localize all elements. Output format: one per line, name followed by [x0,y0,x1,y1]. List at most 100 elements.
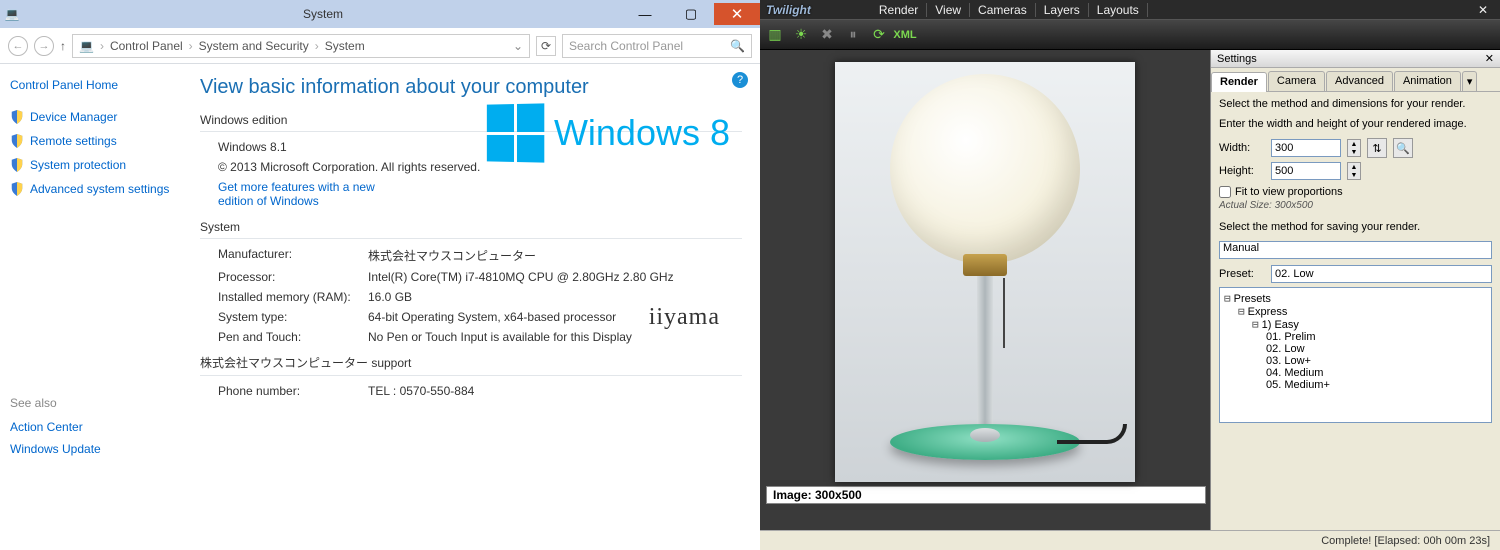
menu-bar: Twilight Render View Cameras Layers Layo… [760,0,1500,20]
refresh-icon[interactable]: ⟳ [870,26,888,44]
forward-button[interactable]: → [34,36,54,56]
shield-icon [10,158,24,172]
tree-leaf-1[interactable]: 02. Low [1224,343,1487,355]
lamp-stem [977,276,993,436]
preset-tree[interactable]: ⊟Presets ⊟Express ⊟1) Easy 01. Prelim 02… [1219,287,1492,423]
shield-icon [10,134,24,148]
seealso-windows-update[interactable]: Windows Update [10,442,190,456]
location-icon: 💻 [79,39,94,53]
preset-label: Preset: [1219,268,1265,280]
windows-logo-text: Windows 8 [554,112,730,154]
help-icon[interactable]: ? [732,72,748,88]
tab-animation[interactable]: Animation [1394,71,1461,91]
width-label: Width: [1219,142,1265,154]
settings-header: Settings ✕ [1211,50,1500,68]
main-panel: ? View basic information about your comp… [200,64,760,550]
image-label: Image: 300x500 [766,486,1206,504]
search-icon: 🔍 [730,39,745,53]
tabs: Render Camera Advanced Animation ▾ [1211,68,1500,92]
menu-layers[interactable]: Layers [1036,3,1089,17]
lamp-globe [890,74,1080,264]
row-processor: Processor:Intel(R) Core(TM) i7-4810MQ CP… [200,270,742,284]
sidebar-link-advanced-settings[interactable]: Advanced system settings [10,182,190,196]
preset-select[interactable] [1271,265,1492,283]
width-spinner[interactable]: ▲▼ [1347,139,1361,157]
sidebar-link-system-protection[interactable]: System protection [10,158,190,172]
pause-icon[interactable]: ⏸ [844,26,862,44]
menu-layouts[interactable]: Layouts [1089,3,1148,17]
status-bar: Complete! [Elapsed: 00h 00m 23s] [760,530,1500,550]
save-method-select[interactable]: Manual [1219,241,1492,259]
close-button[interactable]: ✕ [714,3,760,25]
tree-leaf-3[interactable]: 04. Medium [1224,367,1487,379]
seealso-action-center[interactable]: Action Center [10,420,190,434]
crumb-1[interactable]: System and Security [199,39,309,53]
oem-logo: iiyama [649,304,720,331]
lamp-wire [1057,424,1127,444]
fit-checkbox[interactable] [1219,186,1231,198]
shield-icon [10,110,24,124]
toolbar: ← → ↑ 💻 › Control Panel › System and Sec… [0,28,760,64]
panel-close-icon[interactable]: ✕ [1485,52,1494,65]
app-icon: 💻 [0,7,24,21]
back-button[interactable]: ← [8,36,28,56]
tree-leaf-0[interactable]: 01. Prelim [1224,331,1487,343]
maximize-button[interactable]: ▢ [668,3,714,25]
sidebar-link-device-manager[interactable]: Device Manager [10,110,190,124]
system-header: System [200,220,742,239]
tab-camera[interactable]: Camera [1268,71,1325,91]
tree-easy[interactable]: ⊟1) Easy [1224,318,1487,331]
seealso-label: See also [10,396,190,410]
tree-leaf-2[interactable]: 03. Low+ [1224,355,1487,367]
refresh-button[interactable]: ⟳ [536,36,556,56]
instr-1: Select the method and dimensions for you… [1219,98,1492,110]
link-icon[interactable]: ⇅ [1367,138,1387,158]
shield-icon [10,182,24,196]
height-input[interactable] [1271,162,1341,180]
more-features-link[interactable]: Get more features with a new edition of … [200,180,380,208]
window-title: System [24,7,622,21]
menu-cameras[interactable]: Cameras [970,3,1036,17]
windows-logo-icon [487,103,544,162]
up-icon[interactable]: ↑ [60,39,66,53]
tree-root[interactable]: ⊟Presets [1224,292,1487,305]
page-heading: View basic information about your comput… [200,76,742,99]
crumb-0[interactable]: Control Panel [110,39,183,53]
control-panel-home-link[interactable]: Control Panel Home [10,78,190,92]
system-window: 💻 System — ▢ ✕ ← → ↑ 💻 › Control Panel ›… [0,0,760,550]
breadcrumb[interactable]: 💻 › Control Panel › System and Security … [72,34,530,58]
zoom-icon[interactable]: 🔍 [1393,138,1413,158]
search-placeholder: Search Control Panel [569,39,683,53]
tab-advanced[interactable]: Advanced [1326,71,1393,91]
fit-label: Fit to view proportions [1235,186,1343,198]
lamp-base-center [970,428,1000,442]
instr-3: Select the method for saving your render… [1219,221,1492,233]
minimize-button[interactable]: — [622,3,668,25]
render-image [835,62,1135,482]
height-label: Height: [1219,165,1265,177]
search-input[interactable]: Search Control Panel 🔍 [562,34,752,58]
sidebar-link-remote-settings[interactable]: Remote settings [10,134,190,148]
tree-express[interactable]: ⊟Express [1224,305,1487,318]
crumb-dropdown-icon[interactable]: ⌄ [513,39,523,53]
twilight-window: Twilight Render View Cameras Layers Layo… [760,0,1500,550]
row-manufacturer: Manufacturer:株式会社マウスコンピューター [200,247,742,264]
row-ram: Installed memory (RAM):16.0 GB [200,290,742,304]
stop-icon[interactable]: ✖ [818,26,836,44]
tab-overflow[interactable]: ▾ [1462,71,1478,91]
height-spinner[interactable]: ▲▼ [1347,162,1361,180]
menu-view[interactable]: View [927,3,970,17]
width-input[interactable] [1271,139,1341,157]
menu-render[interactable]: Render [871,3,927,17]
tree-leaf-4[interactable]: 05. Medium+ [1224,379,1487,391]
xml-icon[interactable]: XML [896,26,914,44]
crumb-2[interactable]: System [325,39,365,53]
lamp-collar [963,254,1007,276]
film-icon[interactable]: ▥ [766,26,784,44]
tab-render[interactable]: Render [1211,72,1267,92]
sun-icon[interactable]: ☀ [792,26,810,44]
status-text: Complete! [Elapsed: 00h 00m 23s] [1321,535,1490,547]
row-phone: Phone number:TEL : 0570-550-884 [200,384,742,398]
row-pen: Pen and Touch:No Pen or Touch Input is a… [200,330,742,344]
close-icon[interactable]: ✕ [1472,3,1494,17]
